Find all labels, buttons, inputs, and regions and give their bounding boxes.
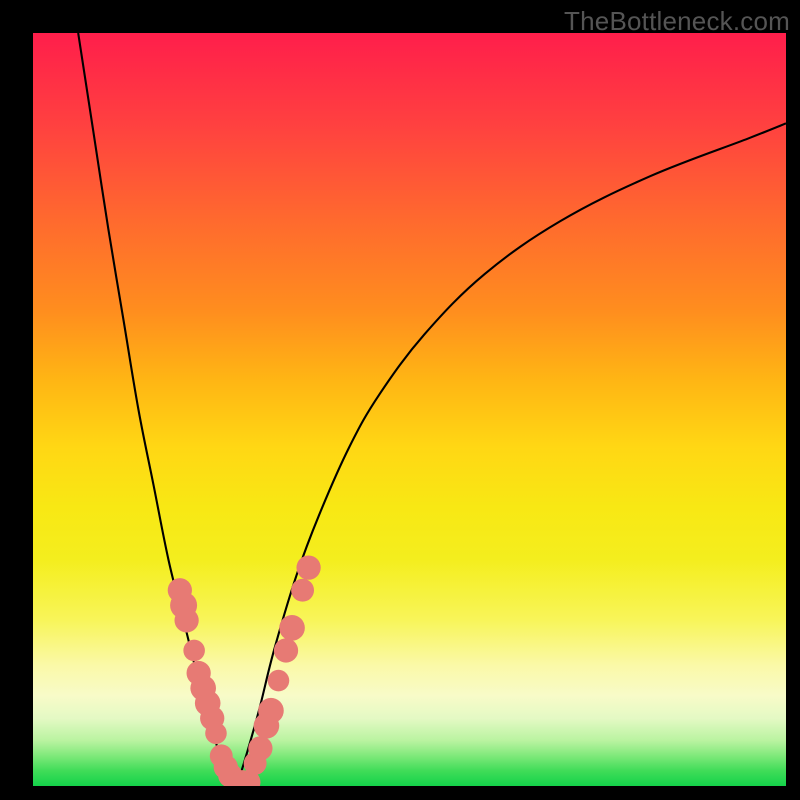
data-marker: [248, 736, 272, 760]
chart-frame: TheBottleneck.com: [0, 0, 800, 800]
data-marker: [296, 555, 320, 579]
right-branch-curve: [236, 123, 786, 786]
data-marker: [183, 640, 205, 662]
watermark-text: TheBottleneck.com: [564, 6, 790, 37]
data-marker: [274, 638, 298, 662]
plot-area: [33, 33, 786, 786]
data-marker: [174, 608, 198, 632]
chart-svg: [33, 33, 786, 786]
data-marker: [258, 698, 284, 724]
left-branch-curve: [78, 33, 236, 786]
data-marker: [279, 615, 305, 641]
data-marker: [268, 670, 290, 692]
data-marker: [205, 723, 227, 745]
data-marker: [291, 579, 314, 602]
marker-group: [168, 555, 321, 786]
